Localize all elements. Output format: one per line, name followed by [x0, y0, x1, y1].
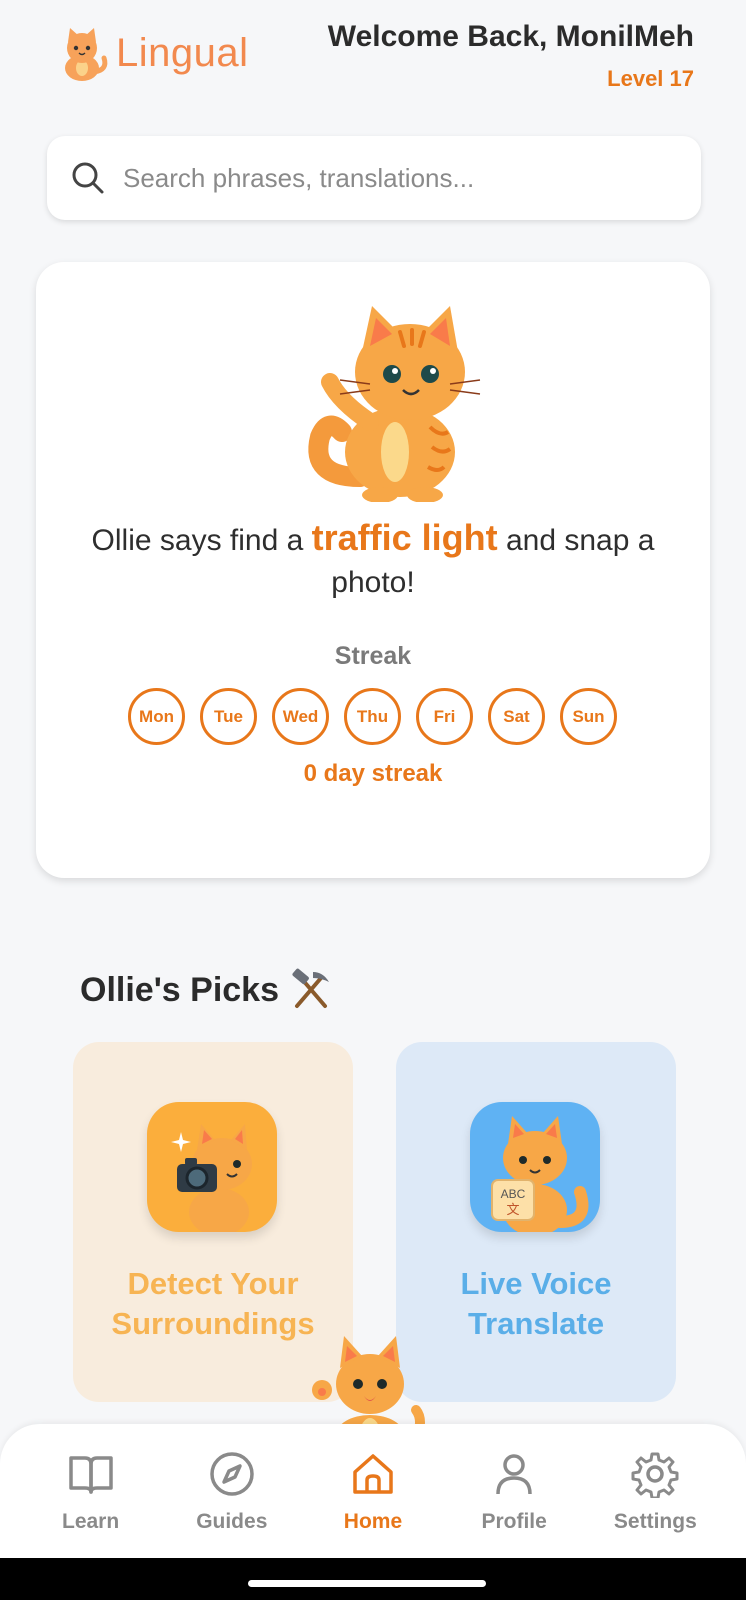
ollie-mascot-icon [308, 306, 481, 502]
cat-abc-translate-icon: ABC 文 [470, 1102, 600, 1232]
streak-count: 0 day streak [303, 760, 443, 787]
cat-logo-icon [65, 28, 108, 81]
search-bar[interactable] [47, 136, 701, 220]
nav-home-label: Home [343, 1510, 403, 1533]
nav-home[interactable]: Home [313, 1424, 433, 1558]
day-thu: Thu [344, 688, 401, 745]
challenge-text: Ollie says find a traffic light and snap… [66, 517, 680, 604]
gear-icon [631, 1452, 679, 1498]
welcome-block: Welcome Back, MonilMeh Level 17 [328, 20, 694, 92]
nav-learn[interactable]: Learn [31, 1424, 151, 1558]
challenge-prefix: Ollie says find a [91, 524, 312, 557]
streak-label: Streak [334, 642, 412, 670]
svg-text:文: 文 [506, 1203, 519, 1218]
challenge-target: traffic light [311, 517, 498, 558]
nav-guides[interactable]: Guides [172, 1424, 292, 1558]
day-tue: Tue [200, 688, 257, 745]
streak-days: Mon Tue Wed Thu Fri Sat Sun [128, 688, 617, 745]
day-sun: Sun [560, 688, 617, 745]
nav-guides-label: Guides [196, 1510, 268, 1533]
picks-heading: Ollie's Picks [80, 968, 333, 1012]
nav-settings[interactable]: Settings [595, 1424, 715, 1558]
app-logo: Lingual [54, 24, 249, 82]
cat-camera-icon [147, 1102, 277, 1232]
svg-text:ABC: ABC [501, 1187, 526, 1201]
compass-icon [210, 1452, 254, 1496]
search-icon [72, 162, 104, 194]
hammer-and-pick-icon [292, 968, 329, 1008]
logo-text: Lingual [116, 30, 249, 75]
day-mon: Mon [128, 688, 185, 745]
nav-settings-label: Settings [613, 1510, 697, 1533]
day-sat: Sat [488, 688, 545, 745]
bottom-navigation: Learn Guides Home Profile Settings [0, 1424, 746, 1558]
header: Lingual Welcome Back, MonilMeh Level 17 [0, 0, 746, 110]
day-fri: Fri [416, 688, 473, 745]
day-wed: Wed [272, 688, 329, 745]
book-icon [68, 1456, 113, 1494]
nav-profile-label: Profile [481, 1510, 547, 1533]
person-icon [496, 1454, 532, 1495]
welcome-title: Welcome Back, MonilMeh [327, 20, 694, 53]
live-voice-translate-label: Live Voice Translate [460, 1266, 612, 1341]
level-badge: Level 17 [607, 66, 694, 91]
home-indicator[interactable] [248, 1580, 486, 1587]
search-input[interactable] [123, 162, 663, 194]
nav-learn-label: Learn [62, 1510, 120, 1533]
live-voice-translate-card[interactable]: ABC 文 Live Voice Translate [396, 1042, 676, 1402]
picks-title: Ollie's Picks [80, 970, 279, 1009]
home-icon [353, 1454, 393, 1494]
system-navigation-bar [0, 1558, 746, 1600]
daily-challenge-card: Ollie says find a traffic light and snap… [36, 262, 710, 878]
nav-profile[interactable]: Profile [454, 1424, 574, 1558]
